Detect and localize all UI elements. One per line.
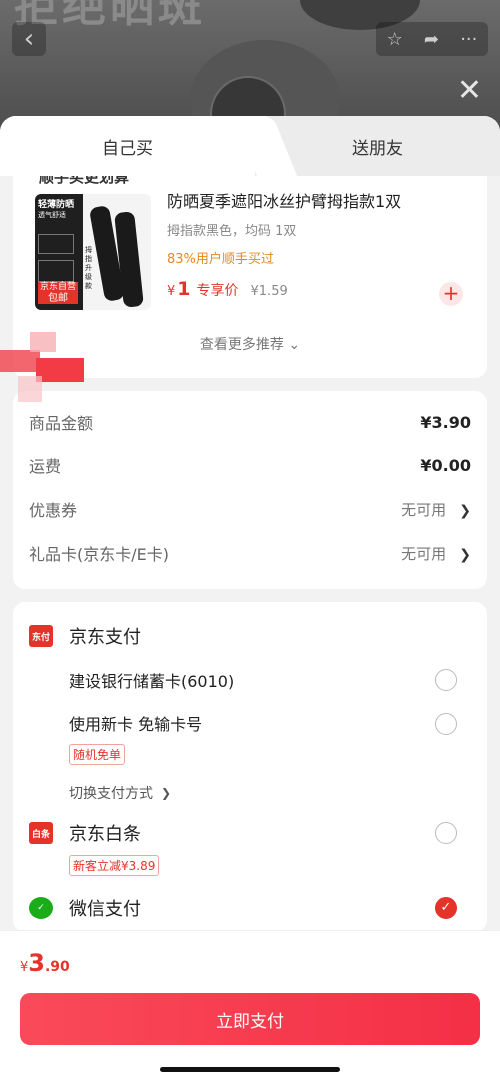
logo-text: 东付 — [31, 632, 50, 643]
tab-label: 自己买 — [102, 138, 153, 159]
radio-button[interactable] — [435, 822, 457, 844]
radio-button-checked[interactable]: ✓ — [435, 897, 457, 919]
top-toolbar: ☆ ➦ ··· — [376, 22, 488, 56]
fee-row-giftcard[interactable]: 礼品卡(京东卡/E卡) 无可用 ❯ — [29, 531, 471, 575]
chevron-right-icon: ❯ — [459, 502, 471, 519]
radio-button[interactable] — [435, 669, 457, 691]
payment-card: 东付 京东支付 建设银行储蓄卡(6010) 使用新卡 免输卡号 随机免单 切换支… — [13, 602, 487, 930]
thumb-pack-box — [38, 260, 74, 282]
plus-icon: + — [442, 281, 460, 305]
close-icon[interactable]: ✕ — [457, 76, 482, 106]
jdpay-logo-icon: 东付 — [29, 625, 53, 647]
share-icon[interactable]: ➦ — [424, 29, 439, 50]
fee-row-shipping: 运费 ¥0.00 — [29, 443, 471, 487]
fee-value: 无可用 — [401, 544, 447, 563]
pay-now-label: 立即支付 — [216, 1011, 284, 1032]
fee-label: 运费 — [29, 457, 62, 476]
more-icon[interactable]: ··· — [460, 29, 477, 50]
switch-payment-link[interactable]: 切换支付方式 ❯ — [69, 775, 471, 811]
checkout-sheet: 自己买 送朋友 顺手买更划算 轻薄防晒 透气舒适 京东自营 包邮 拇指升级款 防… — [0, 116, 500, 1081]
wechat-logo-icon: ✓ — [29, 897, 53, 919]
product-name[interactable]: 防晒夏季遮阳冰丝护臂拇指款1双 — [167, 188, 401, 212]
tab-label: 送朋友 — [352, 138, 403, 159]
fee-value-wrap: 无可用 ❯ — [401, 543, 471, 564]
star-icon[interactable]: ☆ — [387, 29, 403, 50]
payment-option-baitiao[interactable]: 白条 京东白条 — [29, 811, 471, 855]
fee-row-goods: 商品金额 ¥3.90 — [29, 391, 471, 443]
home-indicator — [160, 1067, 340, 1072]
fee-value: ¥0.00 — [420, 455, 471, 475]
payment-option-label: 建设银行储蓄卡(6010) — [69, 672, 235, 691]
fee-value: 无可用 — [401, 500, 447, 519]
total-symbol: ¥ — [20, 960, 29, 975]
price-value: 1 — [177, 278, 191, 300]
add-product-button[interactable]: + — [439, 282, 463, 306]
payment-title: 京东支付 — [69, 627, 141, 648]
recommend-card: 顺手买更划算 轻薄防晒 透气舒适 京东自营 包邮 拇指升级款 防晒夏季遮阳冰丝护… — [13, 176, 487, 378]
promo-chip: 随机免单 — [69, 744, 126, 765]
chevron-right-icon: ❯ — [161, 786, 172, 800]
total-decimal: .90 — [44, 959, 70, 975]
payment-option-newcard[interactable]: 使用新卡 免输卡号 — [29, 702, 471, 744]
price-tag: 专享价 — [196, 283, 239, 299]
logo-text: 白条 — [31, 829, 50, 840]
fee-label: 礼品卡(京东卡/E卡) — [29, 545, 169, 564]
pay-now-button[interactable]: 立即支付 — [20, 993, 480, 1045]
decorative-shape — [0, 332, 84, 402]
fee-label: 商品金额 — [29, 414, 94, 433]
fee-card: 商品金额 ¥3.90 运费 ¥0.00 优惠券 无可用 ❯ 礼品卡(京东卡/E卡… — [13, 391, 487, 589]
payment-title: 微信支付 — [69, 899, 141, 920]
old-price: ¥1.59 — [250, 284, 288, 299]
tab-send-friend[interactable]: 送朋友 — [255, 116, 500, 176]
thumb-panel: 轻薄防晒 透气舒适 京东自营 包邮 — [35, 194, 83, 310]
chevron-left-icon: ‹ — [23, 24, 35, 54]
more-recommend-link[interactable]: 查看更多推荐 ⌄ — [13, 334, 487, 354]
total-integer: 3 — [28, 949, 45, 977]
chevron-right-icon: ❯ — [459, 546, 471, 563]
payment-jdpay-header: 东付 京东支付 — [29, 614, 471, 658]
fee-label: 优惠券 — [29, 501, 78, 520]
recommend-header-text: 顺手买更划算 — [39, 176, 130, 186]
switch-payment-text: 切换支付方式 — [69, 786, 153, 802]
tab-buy-self[interactable]: 自己买 — [0, 116, 255, 176]
thumb-side-text: 拇指升级款 — [85, 246, 92, 290]
product-spec: 拇指款黑色，均码 1双 — [167, 224, 297, 239]
radio-button[interactable] — [435, 713, 457, 735]
payment-option-bankcard[interactable]: 建设银行储蓄卡(6010) — [29, 658, 471, 702]
promo-chip: 新客立减¥3.89 — [69, 855, 160, 876]
fee-row-coupon[interactable]: 优惠券 无可用 ❯ — [29, 487, 471, 531]
price-symbol: ¥ — [167, 284, 176, 299]
product-thumbnail[interactable]: 轻薄防晒 透气舒适 京东自营 包邮 拇指升级款 — [35, 194, 151, 310]
payment-title: 京东白条 — [69, 824, 141, 845]
recommend-header: 顺手买更划算 — [39, 176, 129, 187]
thumb-subtext: 透气舒适 — [38, 211, 66, 219]
checkout-scroll[interactable]: 顺手买更划算 轻薄防晒 透气舒适 京东自营 包邮 拇指升级款 防晒夏季遮阳冰丝护… — [0, 176, 500, 930]
total-amount: ¥ 3 .90 — [20, 949, 70, 977]
back-button[interactable]: ‹ — [12, 22, 46, 56]
fee-value-wrap: 无可用 ❯ — [401, 499, 471, 520]
thumb-badge-text: 京东自营 — [39, 282, 76, 292]
thumb-upf-box — [38, 234, 74, 254]
tab-bar: 自己买 送朋友 — [0, 116, 500, 176]
thumb-badge-text2: 包邮 — [48, 293, 68, 304]
fee-value: ¥3.90 — [420, 412, 471, 432]
payment-option-label: 使用新卡 免输卡号 — [69, 715, 203, 734]
payment-option-wechat[interactable]: ✓ 微信支付 ✓ — [29, 886, 471, 930]
product-price: ¥ 1 专享价 ¥1.59 — [167, 278, 288, 300]
checkout-footer: ¥ 3 .90 立即支付 — [0, 930, 500, 1081]
baitiao-logo-icon: 白条 — [29, 822, 53, 844]
thumb-badge: 京东自营 包邮 — [38, 282, 78, 304]
wechat-glyph: ✓ — [37, 903, 45, 913]
buyers-stat: 83%用户顺手买过 — [167, 252, 274, 267]
thumb-text: 轻薄防晒 — [38, 200, 75, 210]
